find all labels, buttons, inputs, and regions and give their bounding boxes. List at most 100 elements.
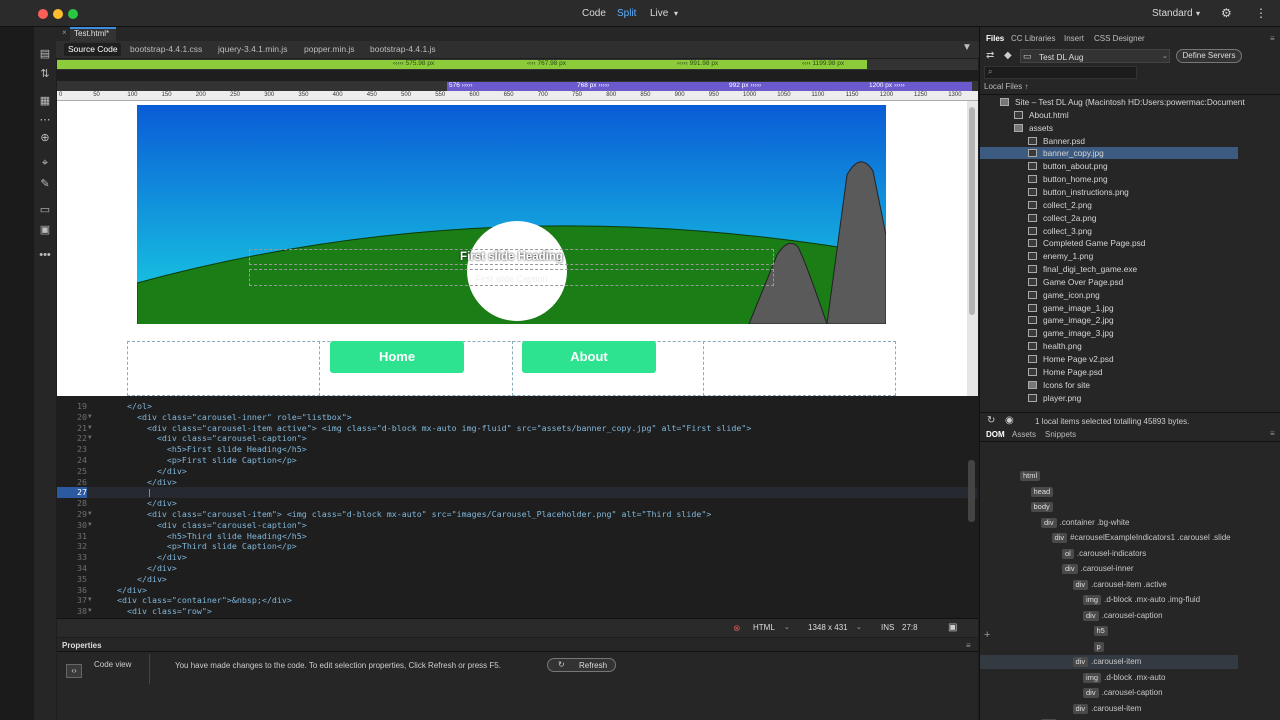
- code-line[interactable]: 35 </div>: [57, 574, 977, 585]
- file-row[interactable]: game_image_3.jpg: [1028, 327, 1114, 340]
- file-row[interactable]: button_about.png: [1028, 160, 1108, 173]
- close-window-button[interactable]: [38, 9, 48, 19]
- dom-node[interactable]: body: [1030, 501, 1056, 513]
- comment-icon[interactable]: ▭: [39, 203, 51, 216]
- error-icon[interactable]: ⊗: [733, 623, 741, 634]
- live-view-options-icon[interactable]: ▦: [39, 94, 51, 107]
- code-line[interactable]: 22 ▼ <div class="carousel-caption">: [57, 433, 977, 444]
- related-file-jquery[interactable]: jquery-3.4.1.min.js: [218, 44, 287, 54]
- properties-menu-icon[interactable]: ≡: [966, 641, 971, 650]
- code-line[interactable]: 23 <h5>First slide Heading</h5>: [57, 444, 977, 455]
- file-row[interactable]: enemy_1.png: [1028, 250, 1093, 263]
- code-line[interactable]: 25 </div>: [57, 466, 977, 477]
- code-line[interactable]: 29 ▼ <div class="carousel-item"> <img cla…: [57, 509, 977, 520]
- live-view-button[interactable]: Live: [650, 8, 668, 19]
- mq-max-991[interactable]: ‹‹‹‹‹ 991.98 px: [677, 60, 718, 67]
- zoom-window-button[interactable]: [68, 9, 78, 19]
- code-line[interactable]: 37 ▼ <div class="container">&nbsp;</div>: [57, 595, 977, 606]
- file-row[interactable]: Home Page.psd: [1028, 366, 1103, 379]
- code-line[interactable]: 31 <h5>Third slide Heading</h5>: [57, 531, 977, 542]
- tab-cc-libraries[interactable]: CC Libraries: [1011, 34, 1055, 43]
- mq-min-1200[interactable]: 1200 px ›››››: [869, 82, 905, 89]
- workspace-switcher[interactable]: Standard: [1152, 8, 1193, 19]
- source-code-tab[interactable]: Source Code: [64, 43, 121, 56]
- document-type-chevron-icon[interactable]: ⌄: [784, 623, 790, 631]
- tab-assets[interactable]: Assets: [1012, 430, 1036, 439]
- code-editor[interactable]: 19 </ol> 20 ▼ <div class="carousel-inner" …: [57, 400, 977, 618]
- window-size-select[interactable]: 1348 x 431: [808, 623, 848, 632]
- more-tools-icon[interactable]: •••: [39, 249, 51, 261]
- fold-toggle-icon[interactable]: ▼: [88, 412, 92, 423]
- code-line[interactable]: 32 <p>Third slide Caption</p>: [57, 541, 977, 552]
- open-documents-icon[interactable]: ▤: [39, 47, 51, 60]
- file-row[interactable]: Site – Test DL Aug (Macintosh HD:Users:p…: [1000, 96, 1245, 109]
- file-management-icon[interactable]: ⇅: [39, 67, 51, 80]
- fold-toggle-icon[interactable]: ▼: [88, 606, 92, 617]
- file-row[interactable]: button_home.png: [1028, 173, 1108, 186]
- mq-min-768[interactable]: 768 px ›››››: [577, 82, 609, 89]
- code-line[interactable]: 20 ▼ <div class="carousel-inner" role="li…: [57, 412, 977, 423]
- target-icon[interactable]: ⊕: [39, 131, 51, 144]
- file-row[interactable]: Completed Game Page.psd: [1028, 237, 1145, 250]
- code-view-icon[interactable]: ‹›: [66, 664, 82, 678]
- code-line[interactable]: 38 ▼ <div class="row">: [57, 606, 977, 617]
- connect-icon[interactable]: ⇄: [986, 50, 994, 61]
- file-row[interactable]: collect_3.png: [1028, 225, 1092, 238]
- refresh-files-icon[interactable]: ↻: [987, 415, 995, 426]
- close-tab-icon[interactable]: ×: [62, 28, 67, 37]
- mq-min-576[interactable]: 576 ›››››: [449, 82, 473, 89]
- dom-node[interactable]: p: [1093, 641, 1107, 653]
- code-line[interactable]: 33 </div>: [57, 552, 977, 563]
- related-file-bootstrap-css[interactable]: bootstrap-4.4.1.css: [130, 44, 202, 54]
- refresh-button[interactable]: ↻ Refresh: [547, 658, 616, 672]
- fold-toggle-icon[interactable]: ▼: [88, 520, 92, 531]
- tab-test-html[interactable]: Test.html*: [70, 27, 116, 41]
- banner-image[interactable]: [137, 105, 886, 324]
- tab-css-designer[interactable]: CSS Designer: [1094, 34, 1145, 43]
- window-size-chevron-icon[interactable]: ⌄: [856, 623, 862, 631]
- tab-snippets[interactable]: Snippets: [1045, 430, 1076, 439]
- scrollbar-thumb[interactable]: [969, 107, 975, 315]
- workspace-chevron-icon[interactable]: ▾: [1196, 9, 1200, 18]
- file-row[interactable]: collect_2.png: [1028, 199, 1092, 212]
- about-button[interactable]: About: [522, 341, 656, 373]
- dom-node[interactable]: div .carousel-caption: [1083, 610, 1163, 622]
- document-type-select[interactable]: HTML: [753, 623, 775, 632]
- fold-toggle-icon[interactable]: ▼: [88, 509, 92, 520]
- fold-toggle-icon[interactable]: ▼: [88, 423, 92, 434]
- site-select[interactable]: ▭ Test DL Aug ⌄: [1020, 49, 1170, 63]
- dom-menu-icon[interactable]: ≡: [1270, 429, 1275, 438]
- filter-icon[interactable]: ▼: [962, 42, 972, 53]
- file-row[interactable]: Game Over Page.psd: [1028, 276, 1123, 289]
- minimize-window-button[interactable]: [53, 9, 63, 19]
- code-line[interactable]: 34 </div>: [57, 563, 977, 574]
- dom-node[interactable]: div .container .bg-white: [1041, 517, 1129, 529]
- format-source-icon[interactable]: ⋯: [39, 113, 51, 126]
- file-row[interactable]: game_icon.png: [1028, 289, 1100, 302]
- split-view-button[interactable]: Split: [617, 8, 636, 19]
- dom-node[interactable]: div .carousel-inner: [1062, 563, 1134, 575]
- mq-min-992[interactable]: 992 px ›››››: [729, 82, 761, 89]
- file-row[interactable]: button_instructions.png: [1028, 186, 1129, 199]
- tab-dom[interactable]: DOM: [986, 430, 1005, 439]
- file-row[interactable]: assets: [1014, 122, 1053, 135]
- dom-node[interactable]: div .carousel-item .active: [1072, 579, 1167, 591]
- panel-menu-icon[interactable]: ≡: [1270, 34, 1275, 43]
- code-line[interactable]: 36 </div>: [57, 585, 977, 596]
- code-line[interactable]: 30 ▼ <div class="carousel-caption">: [57, 520, 977, 531]
- live-dropdown-chevron-icon[interactable]: ▾: [674, 9, 678, 18]
- mq-max-575[interactable]: ‹‹‹‹‹ 575.98 px: [393, 60, 434, 67]
- related-file-popper[interactable]: popper.min.js: [304, 44, 355, 54]
- code-line[interactable]: 21 ▼ <div class="carousel-item active"> <…: [57, 423, 977, 434]
- preview-icon[interactable]: ▣: [948, 622, 957, 633]
- code-line[interactable]: 27 |: [57, 487, 977, 499]
- file-row[interactable]: About.html: [1014, 109, 1069, 122]
- file-row[interactable]: collect_2a.png: [1028, 212, 1097, 225]
- dom-node[interactable]: h5: [1093, 625, 1111, 637]
- tab-insert[interactable]: Insert: [1064, 34, 1084, 43]
- dom-node[interactable]: img .d-block .mx-auto .img-fluid: [1083, 594, 1200, 606]
- dom-node[interactable]: div #carouselExampleIndicators1 .carousel…: [1051, 532, 1231, 544]
- brush-icon[interactable]: ✎: [39, 177, 51, 190]
- mq-max-767[interactable]: ‹‹‹‹ 767.98 px: [527, 60, 566, 67]
- dom-node[interactable]: div .carousel-item: [1072, 703, 1141, 715]
